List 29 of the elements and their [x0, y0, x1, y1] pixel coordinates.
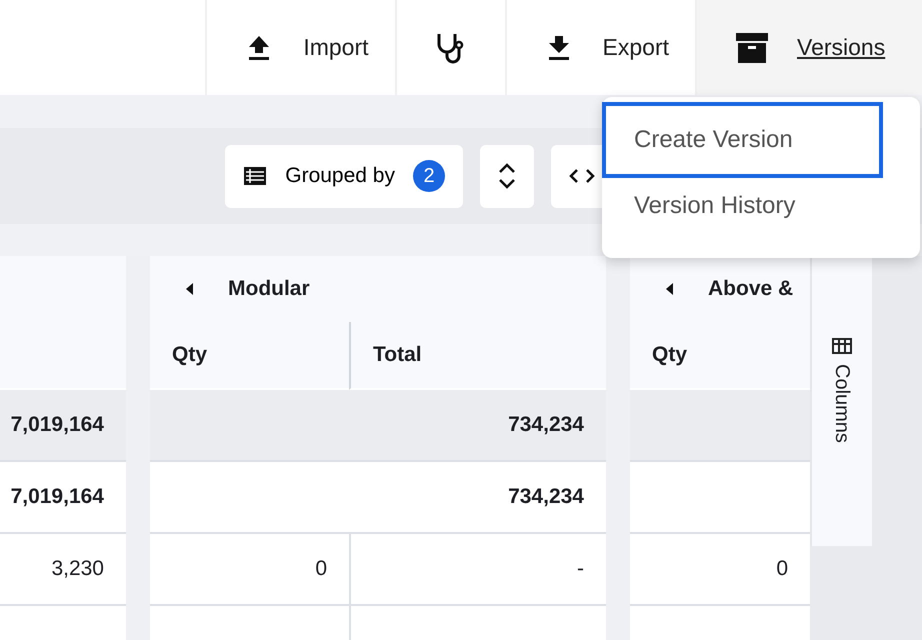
column-group-title: Above & [708, 276, 794, 302]
expand-collapse-button[interactable] [480, 144, 534, 208]
columns-icon [832, 338, 852, 354]
table-cell: 0 [150, 534, 349, 606]
chevrons-icon [498, 162, 516, 190]
column-header[interactable]: Total [349, 322, 606, 390]
column-spacer [606, 256, 630, 322]
side-panel-label: Columns [830, 364, 854, 443]
columns-side-panel[interactable]: Columns [810, 256, 872, 546]
count-badge: 2 [413, 160, 445, 192]
grouped-by-button[interactable]: Grouped by 2 [225, 144, 463, 208]
collapse-arrow-icon[interactable] [666, 283, 674, 295]
menu-item[interactable]: Create Version [602, 102, 883, 178]
code-icon [569, 167, 595, 185]
collapse-arrow-icon[interactable] [186, 283, 194, 295]
column-header[interactable]: Qty [150, 322, 349, 390]
upload-icon [247, 34, 272, 60]
column-group-header[interactable]: Modular [150, 256, 606, 322]
column-header[interactable]: Qty [630, 322, 810, 390]
download-icon [546, 34, 571, 60]
column-group-title: Modular [228, 276, 310, 302]
table-cell: 734,234 [349, 390, 606, 462]
archive-box-icon [735, 32, 769, 64]
stethoscope-icon [434, 32, 465, 64]
versions-button[interactable]: Versions [695, 0, 922, 95]
table-cell: 7,019,164 [0, 390, 126, 462]
column-group-header[interactable]: Above & [630, 256, 810, 322]
table-cell: 0 [630, 534, 810, 606]
list-icon [243, 166, 268, 186]
